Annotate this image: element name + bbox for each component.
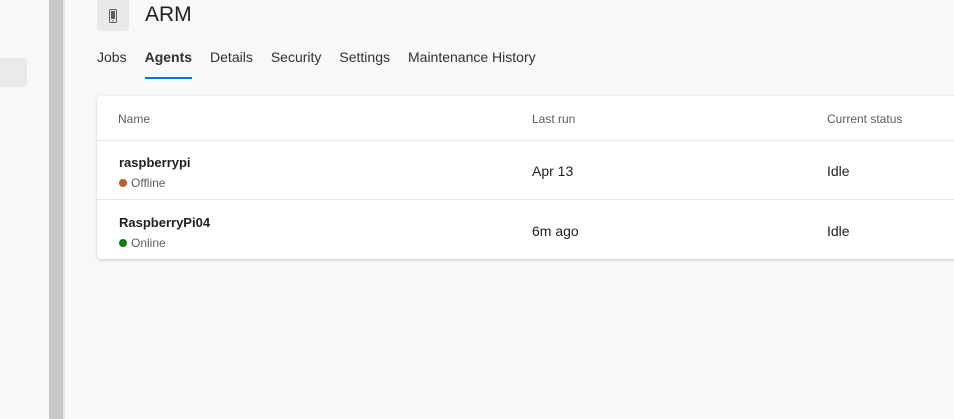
current-status-value: Idle <box>827 163 850 179</box>
agent-state: Offline <box>119 176 165 190</box>
agent-state: Online <box>119 236 166 250</box>
column-header-current-status[interactable]: Current status <box>827 112 902 126</box>
agent-name[interactable]: raspberrypi <box>119 155 191 170</box>
table-row[interactable]: RaspberryPi04 Online 6m ago Idle <box>97 201 954 260</box>
online-status-dot-icon <box>119 239 127 247</box>
agent-state-label: Online <box>131 236 166 250</box>
splitter-edge <box>63 0 65 419</box>
tab-agents[interactable]: Agents <box>144 48 193 80</box>
last-run-value: Apr 13 <box>532 163 574 179</box>
agent-state-label: Offline <box>131 176 166 190</box>
agents-table-card: Name Last run Current status raspberrypi… <box>97 96 954 259</box>
table-header: Name Last run Current status <box>97 96 954 141</box>
tab-settings[interactable]: Settings <box>339 48 390 80</box>
current-status-value: Idle <box>827 223 850 239</box>
column-header-name[interactable]: Name <box>118 112 150 126</box>
agent-name[interactable]: RaspberryPi04 <box>119 215 210 230</box>
last-run-value: 6m ago <box>532 223 579 239</box>
left-navigation-pane <box>0 0 49 419</box>
mobile-device-icon <box>97 0 129 31</box>
tab-jobs[interactable]: Jobs <box>97 48 127 80</box>
selected-nav-item[interactable] <box>0 58 27 87</box>
tab-bar: Jobs Agents Details Security Settings Ma… <box>97 48 554 82</box>
tab-security[interactable]: Security <box>271 48 322 80</box>
tab-maintenance-history[interactable]: Maintenance History <box>408 48 536 80</box>
tab-details[interactable]: Details <box>210 48 253 80</box>
offline-status-dot-icon <box>119 179 127 187</box>
page-title: ARM <box>145 3 192 26</box>
table-row[interactable]: raspberrypi Offline Apr 13 Idle <box>97 141 954 200</box>
column-header-last-run[interactable]: Last run <box>532 112 575 126</box>
pane-splitter[interactable] <box>49 0 63 419</box>
